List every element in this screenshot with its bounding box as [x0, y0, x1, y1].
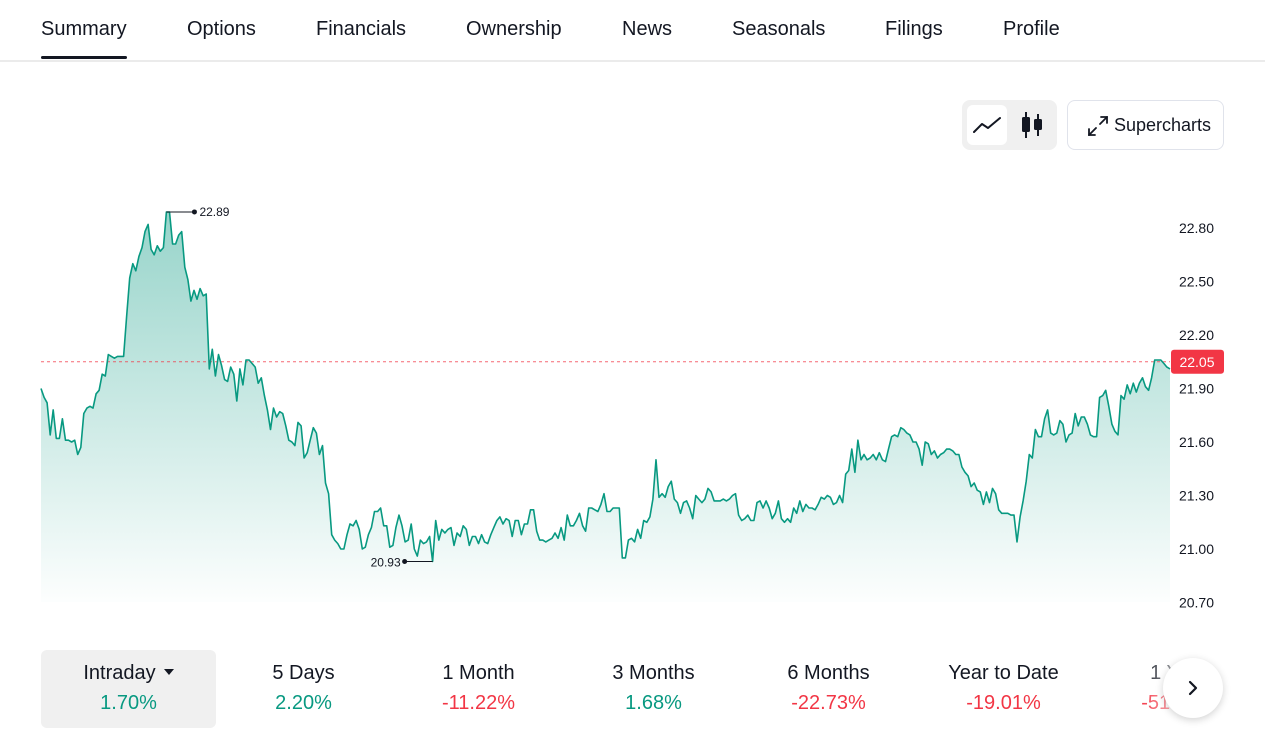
y-tick-label: 21.30 — [1179, 488, 1214, 504]
tab-filings[interactable]: Filings — [885, 18, 943, 41]
chevron-right-icon — [1188, 680, 1198, 696]
period-performance-bar: Intraday 1.70% 5 Days 2.20% 1 Month -11.… — [41, 650, 1224, 728]
chart-style-toggle — [962, 100, 1057, 150]
tab-bar: Summary Options Financials Ownership New… — [0, 0, 1265, 62]
x-tick-label: 12:00 — [479, 609, 514, 610]
period-label: 1 Month — [442, 662, 515, 684]
price-chart[interactable]: 22.89 20.93 22.80 22.50 22.20 21.90 21.60 21.… — [0, 180, 1265, 610]
period-year-to-date[interactable]: Year to Date -19.01% — [916, 650, 1091, 728]
tab-seasonals[interactable]: Seasonals — [732, 18, 825, 41]
expand-icon — [1088, 116, 1108, 136]
candlestick-icon — [1022, 112, 1042, 138]
price-area-fill — [41, 212, 1170, 602]
y-tick-label: 20.70 — [1179, 595, 1214, 611]
x-tick-label: 10:20 — [189, 609, 224, 610]
candlestick-button[interactable] — [1012, 105, 1052, 145]
x-tick-label: 12:50 — [624, 609, 659, 610]
period-change: -11.22% — [441, 692, 515, 714]
high-marker: 22.89 — [166, 205, 230, 219]
period-change: -22.73% — [791, 692, 866, 714]
high-label: 22.89 — [199, 205, 229, 219]
tab-financials[interactable]: Financials — [316, 18, 406, 41]
period-change: 1.70% — [100, 692, 157, 714]
period-label: Year to Date — [948, 662, 1059, 684]
period-3-months[interactable]: 3 Months 1.68% — [566, 650, 741, 728]
y-tick-label: 22.50 — [1179, 274, 1214, 290]
y-tick-label: 21.00 — [1179, 541, 1214, 557]
tab-profile[interactable]: Profile — [1003, 18, 1060, 41]
line-chart-button[interactable] — [967, 105, 1007, 145]
period-label: Intraday — [83, 662, 156, 684]
period-change: 2.20% — [275, 692, 332, 714]
period-label: 5 Days — [272, 662, 335, 684]
supercharts-button[interactable]: Supercharts — [1067, 100, 1224, 150]
tab-ownership[interactable]: Ownership — [466, 18, 562, 41]
supercharts-label: Supercharts — [1114, 115, 1212, 135]
period-6-months[interactable]: 6 Months -22.73% — [741, 650, 916, 728]
y-tick-label: 22.80 — [1179, 220, 1214, 236]
y-axis: 22.80 22.50 22.20 21.90 21.60 21.30 21.00 20.70 — [1179, 220, 1214, 610]
scroll-next-button[interactable] — [1163, 658, 1223, 718]
current-price-label: 22.05 — [1179, 354, 1214, 370]
x-axis: 09:30 10:20 11:10 12:00 12:50 13:40 14:30 15:20 — [44, 609, 1093, 610]
low-label: 20.93 — [371, 555, 401, 569]
y-tick-label: 22.20 — [1179, 327, 1214, 343]
caret-down-icon — [163, 668, 174, 675]
period-change: 1.68% — [625, 692, 682, 714]
x-tick-label: 11:10 — [335, 609, 369, 610]
y-tick-label: 21.90 — [1179, 381, 1214, 397]
tab-options[interactable]: Options — [187, 18, 256, 41]
period-intraday[interactable]: Intraday 1.70% — [41, 650, 216, 728]
x-tick-label: 14:30 — [913, 609, 948, 610]
tab-summary[interactable]: Summary — [41, 18, 127, 59]
period-label: 6 Months — [787, 662, 870, 684]
x-tick-label: 15:20 — [1058, 609, 1093, 610]
period-change: -19.01% — [966, 692, 1041, 714]
period-1-month[interactable]: 1 Month -11.22% — [391, 650, 566, 728]
tab-news[interactable]: News — [622, 18, 672, 41]
period-label: 3 Months — [612, 662, 695, 684]
current-price-badge: 22.05 — [1171, 349, 1224, 374]
period-5-days[interactable]: 5 Days 2.20% — [216, 650, 391, 728]
x-tick-label: 13:40 — [768, 609, 803, 610]
line-chart-icon — [973, 117, 1001, 133]
x-tick-label: 09:30 — [44, 609, 79, 610]
y-tick-label: 21.60 — [1179, 434, 1214, 450]
